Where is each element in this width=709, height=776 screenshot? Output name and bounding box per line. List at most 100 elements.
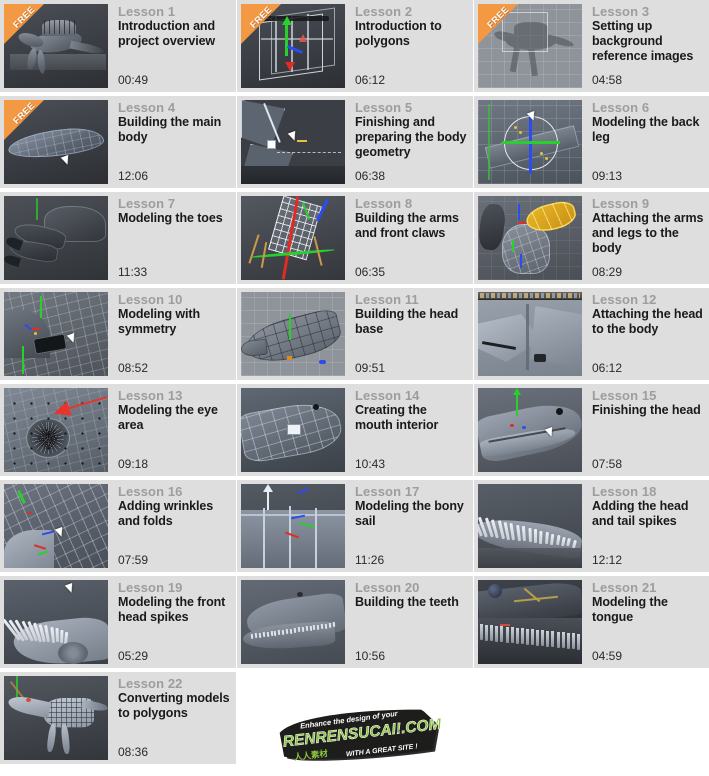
thumbnail-art-symmetry — [4, 292, 108, 376]
lesson-info: Lesson 8 Building the arms and front claw… — [345, 192, 473, 284]
lesson-card[interactable]: Lesson 14 Creating the mouth interior 10:4… — [237, 384, 473, 476]
lesson-number: Lesson 5 — [355, 100, 413, 115]
lesson-info: Lesson 6 Modeling the back leg 09:13 — [582, 96, 709, 188]
lesson-thumbnail[interactable] — [478, 580, 582, 664]
lesson-card[interactable]: Lesson 13 Modeling the eye area 09:18 — [0, 384, 236, 476]
lesson-number: Lesson 7 — [118, 196, 176, 211]
lesson-thumbnail[interactable] — [241, 484, 345, 568]
thumbnail-art-eye-area — [4, 388, 108, 472]
lesson-thumbnail[interactable] — [478, 196, 582, 280]
lesson-thumbnail[interactable]: FREE — [478, 4, 582, 88]
lesson-thumbnail[interactable] — [241, 580, 345, 664]
lesson-card[interactable]: FREE Lesson 1 Introduction and project ove… — [0, 0, 236, 92]
thumbnail-art-tail-spikes — [478, 484, 582, 568]
lesson-duration: 09:13 — [592, 169, 623, 183]
thumbnail-art-tongue — [478, 580, 582, 664]
lesson-number: Lesson 14 — [355, 388, 420, 403]
lesson-card[interactable]: Lesson 9 Attaching the arms and legs to t… — [474, 192, 709, 284]
lesson-card[interactable]: Lesson 7 Modeling the toes 11:33 — [0, 192, 236, 284]
lesson-duration: 04:59 — [592, 649, 623, 663]
lesson-number: Lesson 9 — [592, 196, 650, 211]
lesson-info: Lesson 3 Setting up background reference … — [582, 0, 709, 92]
lesson-title: Modeling the back leg — [592, 115, 700, 144]
lesson-title: Setting up background reference images — [592, 19, 694, 63]
lesson-card[interactable]: Lesson 6 Modeling the back leg 09:13 — [474, 96, 709, 188]
lesson-thumbnail[interactable] — [478, 484, 582, 568]
lesson-thumbnail[interactable] — [4, 196, 108, 280]
lesson-card[interactable]: Lesson 5 Finishing and preparing the body… — [237, 96, 473, 188]
lesson-card[interactable]: Lesson 16 Adding wrinkles and folds 07:59 — [0, 480, 236, 572]
lesson-title: Finishing and preparing the body geometr… — [355, 115, 467, 159]
lesson-thumbnail[interactable] — [4, 580, 108, 664]
lesson-card[interactable]: FREE Lesson 4 Building the main body 12:06 — [0, 96, 236, 188]
lesson-thumbnail[interactable]: FREE — [4, 100, 108, 184]
lesson-title: Adding wrinkles and folds — [118, 499, 214, 528]
lesson-thumbnail[interactable] — [4, 676, 108, 760]
thumbnail-art-head-attach — [478, 292, 582, 376]
lesson-info: Lesson 2 Introduction to polygons 06:12 — [345, 0, 473, 92]
lesson-card[interactable]: Lesson 12 Attaching the head to the body 0… — [474, 288, 709, 380]
lesson-thumbnail[interactable]: FREE — [4, 4, 108, 88]
lesson-duration: 09:18 — [118, 457, 149, 471]
lesson-duration: 06:12 — [355, 73, 386, 87]
lesson-number: Lesson 19 — [118, 580, 183, 595]
lesson-card[interactable]: Lesson 21 Modeling the tongue 04:59 — [474, 576, 709, 668]
lesson-number: Lesson 11 — [355, 292, 419, 307]
lesson-card[interactable]: Lesson 18 Adding the head and tail spikes… — [474, 480, 709, 572]
thumbnail-art-spino-wire — [4, 676, 108, 760]
lesson-number: Lesson 16 — [118, 484, 183, 499]
lesson-number: Lesson 12 — [592, 292, 657, 307]
lesson-thumbnail[interactable] — [478, 388, 582, 472]
lesson-duration: 08:36 — [118, 745, 149, 759]
lesson-card[interactable]: FREE Lesson 3 Setting up background refere… — [474, 0, 709, 92]
site-watermark: Enhance the design of your RENRENSUCAI!.… — [273, 703, 446, 769]
lesson-card[interactable]: Lesson 8 Building the arms and front claw… — [237, 192, 473, 284]
lesson-number: Lesson 4 — [118, 100, 176, 115]
lesson-duration: 08:52 — [118, 361, 149, 375]
lesson-info: Lesson 10 Modeling with symmetry 08:52 — [108, 288, 236, 380]
lesson-thumbnail[interactable] — [4, 484, 108, 568]
lesson-card[interactable]: FREE Lesson 2 Introduction to polygons 06:1… — [237, 0, 473, 92]
lesson-card[interactable]: Lesson 17 Modeling the bony sail 11:26 — [237, 480, 473, 572]
lesson-title: Introduction and project overview — [118, 19, 216, 48]
thumbnail-art-finished-head — [478, 388, 582, 472]
thumbnail-art-bony-sail — [241, 484, 345, 568]
lesson-card[interactable]: Lesson 22 Converting models to polygons 08… — [0, 672, 236, 764]
lesson-info: Lesson 16 Adding wrinkles and folds 07:59 — [108, 480, 236, 572]
lesson-thumbnail[interactable] — [241, 388, 345, 472]
lesson-info: Lesson 18 Adding the head and tail spikes… — [582, 480, 709, 572]
lesson-number: Lesson 15 — [592, 388, 657, 403]
lesson-thumbnail[interactable]: FREE — [241, 4, 345, 88]
lesson-title: Modeling the toes — [118, 211, 223, 225]
lesson-duration: 08:29 — [592, 265, 623, 279]
lesson-thumbnail[interactable] — [478, 100, 582, 184]
thumbnail-art-teeth — [241, 580, 345, 664]
lesson-info: Lesson 21 Modeling the tongue 04:59 — [582, 576, 709, 668]
lesson-card[interactable]: Lesson 15 Finishing the head 07:58 — [474, 384, 709, 476]
thumbnail-art-attach-limb — [478, 196, 582, 280]
lesson-thumbnail[interactable] — [478, 292, 582, 376]
lesson-info: Lesson 1 Introduction and project overvie… — [108, 0, 236, 92]
lesson-duration: 12:06 — [118, 169, 149, 183]
free-badge-ribbon — [241, 4, 281, 44]
lesson-card[interactable]: Lesson 19 Modeling the front head spikes 0… — [0, 576, 236, 668]
lesson-duration: 05:29 — [118, 649, 149, 663]
lesson-thumbnail[interactable] — [241, 196, 345, 280]
lesson-duration: 10:56 — [355, 649, 386, 663]
lesson-thumbnail[interactable] — [241, 100, 345, 184]
lesson-duration: 04:58 — [592, 73, 623, 87]
lesson-duration: 11:26 — [355, 553, 385, 567]
lesson-thumbnail[interactable] — [4, 388, 108, 472]
lesson-title: Attaching the arms and legs to the body — [592, 211, 704, 255]
lesson-title: Finishing the head — [592, 403, 701, 417]
lesson-thumbnail[interactable] — [4, 292, 108, 376]
lesson-card[interactable]: Lesson 20 Building the teeth 10:56 — [237, 576, 473, 668]
lesson-info: Lesson 4 Building the main body 12:06 — [108, 96, 236, 188]
thumbnail-art-head-base — [241, 292, 345, 376]
lesson-number: Lesson 22 — [118, 676, 183, 691]
lesson-title: Modeling the tongue — [592, 595, 668, 624]
lesson-info: Lesson 12 Attaching the head to the body 0… — [582, 288, 709, 380]
lesson-card[interactable]: Lesson 10 Modeling with symmetry 08:52 — [0, 288, 236, 380]
lesson-thumbnail[interactable] — [241, 292, 345, 376]
lesson-card[interactable]: Lesson 11 Building the head base 09:51 — [237, 288, 473, 380]
